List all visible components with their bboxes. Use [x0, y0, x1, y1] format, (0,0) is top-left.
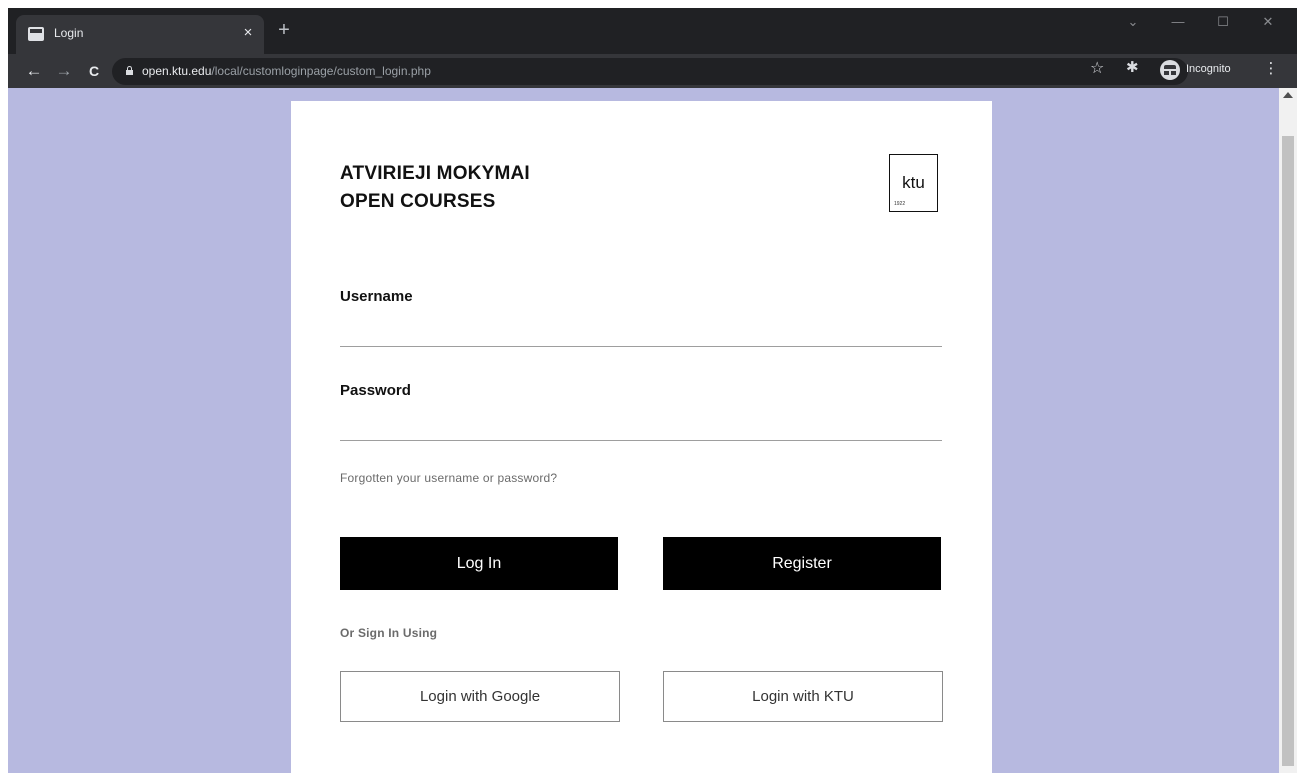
username-input[interactable] — [340, 311, 942, 347]
browser-toolbar: ← → C open.ktu.edu/local/customloginpage… — [8, 54, 1297, 88]
address-bar[interactable]: open.ktu.edu/local/customloginpage/custo… — [112, 58, 1188, 85]
favicon-icon — [28, 27, 44, 41]
back-icon[interactable]: ← — [22, 59, 46, 83]
lock-icon[interactable] — [126, 66, 133, 75]
logo-text: ktu — [902, 173, 925, 192]
minimize-icon[interactable]: — — [1158, 14, 1198, 29]
incognito-icon — [1160, 60, 1180, 80]
password-input[interactable] — [340, 405, 942, 441]
ktu-logo: ktu 1922 — [889, 154, 938, 212]
tab-search-icon[interactable]: ⌄ — [1113, 14, 1153, 30]
register-button[interactable]: Register — [663, 537, 941, 590]
browser-chrome: Login × + ⌄ — ☐ ✕ ← → C open.ktu.edu/loc… — [8, 8, 1297, 88]
site-title-line1: ATVIRIEJI MOKYMAI — [340, 163, 530, 184]
incognito-label: Incognito — [1186, 63, 1231, 75]
url-host: open.ktu.edu — [142, 64, 212, 78]
login-with-google-button[interactable]: Login with Google — [340, 671, 620, 722]
maximize-icon[interactable]: ☐ — [1203, 14, 1243, 30]
scroll-thumb[interactable] — [1282, 136, 1294, 766]
logo-year: 1922 — [894, 201, 906, 207]
login-card: ATVIRIEJI MOKYMAI OPEN COURSES ktu 1922 … — [291, 101, 992, 773]
username-label: Username — [340, 288, 413, 305]
url-path: /local/customloginpage/custom_login.php — [211, 64, 431, 78]
login-button[interactable]: Log In — [340, 537, 618, 590]
site-title-line2: OPEN COURSES — [340, 191, 496, 212]
password-label: Password — [340, 382, 411, 399]
browser-menu-icon[interactable]: ⋮ — [1263, 59, 1279, 77]
forgot-password-link[interactable]: Forgotten your username or password? — [340, 471, 557, 485]
scroll-up-arrow-icon[interactable] — [1283, 92, 1293, 98]
browser-tab[interactable]: Login × — [16, 15, 264, 54]
or-sign-in-label: Or Sign In Using — [340, 626, 438, 640]
extensions-icon[interactable]: ✱ — [1126, 58, 1139, 76]
bookmark-star-icon[interactable]: ☆ — [1090, 58, 1104, 78]
login-with-ktu-button[interactable]: Login with KTU — [663, 671, 943, 722]
tab-strip: Login × + ⌄ — ☐ ✕ — [8, 8, 1297, 54]
forward-icon[interactable]: → — [52, 59, 76, 83]
tab-title: Login — [54, 26, 84, 40]
page-scrollbar[interactable] — [1279, 88, 1297, 773]
new-tab-icon[interactable]: + — [272, 20, 296, 40]
url-text: open.ktu.edu/local/customloginpage/custo… — [142, 64, 431, 78]
window-close-icon[interactable]: ✕ — [1248, 14, 1288, 30]
reload-icon[interactable]: C — [82, 59, 106, 83]
site-title: ATVIRIEJI MOKYMAI OPEN COURSES — [340, 160, 530, 216]
page-viewport: ATVIRIEJI MOKYMAI OPEN COURSES ktu 1922 … — [8, 88, 1279, 773]
tab-close-icon[interactable]: × — [238, 23, 258, 43]
